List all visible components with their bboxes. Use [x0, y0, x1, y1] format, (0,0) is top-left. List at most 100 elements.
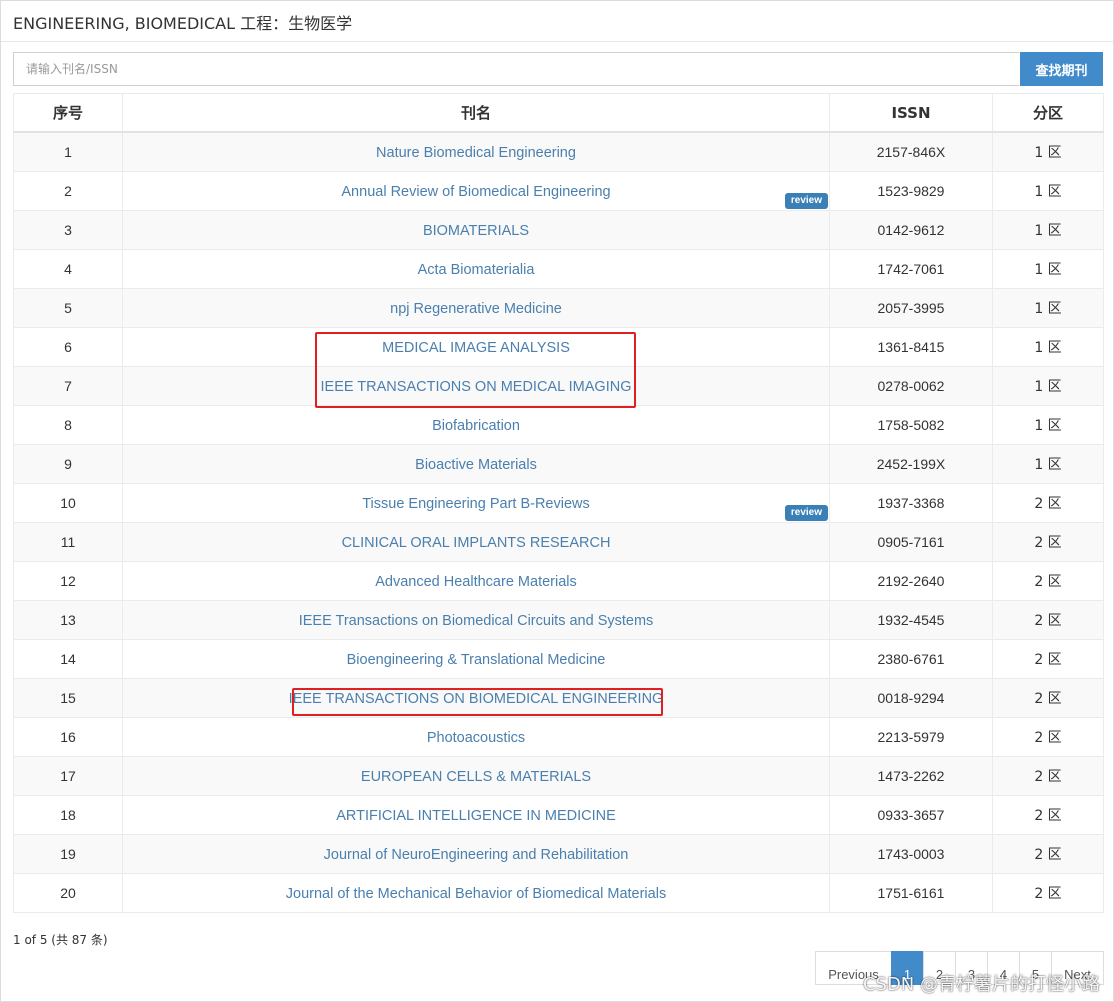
pagination-info: 1 of 5 (共 87 条): [13, 933, 108, 947]
journal-link[interactable]: Biofabrication: [432, 418, 520, 434]
journal-link[interactable]: BIOMATERIALS: [423, 223, 529, 239]
issn-cell: 0142-9612: [829, 210, 993, 250]
journal-name-cell: ARTIFICIAL INTELLIGENCE IN MEDICINE: [122, 795, 830, 835]
issn-cell: 1742-7061: [829, 249, 993, 289]
row-index: 15: [13, 678, 123, 718]
table-row: 18 ARTIFICIAL INTELLIGENCE IN MEDICINE 093…: [13, 795, 1104, 835]
search-button[interactable]: 查找期刊: [1020, 52, 1103, 86]
table-body: 1 Nature Biomedical Engineering 2157-846X 1…: [13, 131, 1104, 913]
table-row: 8 Biofabrication 1758-5082 1 区: [13, 405, 1104, 445]
journal-name-cell: IEEE Transactions on Biomedical Circuits…: [122, 600, 830, 640]
journal-link[interactable]: Advanced Healthcare Materials: [375, 574, 577, 590]
journal-link[interactable]: ARTIFICIAL INTELLIGENCE IN MEDICINE: [336, 808, 616, 824]
pagination-page-3[interactable]: 3: [955, 951, 988, 985]
zone-cell: 2 区: [992, 756, 1104, 796]
journal-name-cell: Bioactive Materials: [122, 444, 830, 484]
journal-link[interactable]: Bioengineering & Translational Medicine: [347, 652, 606, 668]
issn-cell: 0018-9294: [829, 678, 993, 718]
journal-link[interactable]: Acta Biomaterialia: [418, 262, 535, 278]
pagination-page-1[interactable]: 1: [891, 951, 924, 985]
zone-cell: 2 区: [992, 522, 1104, 562]
pagination: Previous 1 2 3 4 5 Next: [815, 951, 1104, 985]
row-index: 16: [13, 717, 123, 757]
table-row: 3 BIOMATERIALS 0142-9612 1 区: [13, 210, 1104, 250]
table-row: 2 Annual Review of Biomedical Engineering…: [13, 171, 1104, 211]
issn-cell: 1751-6161: [829, 873, 993, 913]
row-index: 17: [13, 756, 123, 796]
issn-cell: 2057-3995: [829, 288, 993, 328]
table-row: 17 EUROPEAN CELLS & MATERIALS 1473-2262 2 区: [13, 756, 1104, 796]
journal-name-cell: Annual Review of Biomedical Engineering r…: [122, 171, 830, 211]
journal-name-cell: Bioengineering & Translational Medicine: [122, 639, 830, 679]
issn-cell: 2452-199X: [829, 444, 993, 484]
journal-name-cell: Tissue Engineering Part B-Reviews review: [122, 483, 830, 523]
journal-name-cell: EUROPEAN CELLS & MATERIALS: [122, 756, 830, 796]
zone-cell: 1 区: [992, 249, 1104, 289]
row-index: 19: [13, 834, 123, 874]
journal-name-cell: Acta Biomaterialia: [122, 249, 830, 289]
zone-cell: 1 区: [992, 288, 1104, 328]
column-header-name: 刊名: [122, 93, 830, 133]
journal-link[interactable]: Journal of the Mechanical Behavior of Bi…: [286, 886, 666, 902]
zone-cell: 1 区: [992, 405, 1104, 445]
journal-name-cell: Biofabrication: [122, 405, 830, 445]
zone-cell: 1 区: [992, 366, 1104, 406]
journal-link[interactable]: Journal of NeuroEngineering and Rehabili…: [324, 847, 629, 863]
column-header-issn: ISSN: [829, 93, 993, 133]
journal-name-cell: MEDICAL IMAGE ANALYSIS: [122, 327, 830, 367]
issn-cell: 0278-0062: [829, 366, 993, 406]
issn-cell: 2192-2640: [829, 561, 993, 601]
table-row: 11 CLINICAL ORAL IMPLANTS RESEARCH 0905-71…: [13, 522, 1104, 562]
row-index: 11: [13, 522, 123, 562]
pagination-next-button[interactable]: Next: [1051, 951, 1104, 985]
journal-name-cell: IEEE TRANSACTIONS ON BIOMEDICAL ENGINEER…: [122, 678, 830, 718]
journal-link[interactable]: EUROPEAN CELLS & MATERIALS: [361, 769, 591, 785]
issn-cell: 2213-5979: [829, 717, 993, 757]
table-row: 19 Journal of NeuroEngineering and Rehabi…: [13, 834, 1104, 874]
row-index: 10: [13, 483, 123, 523]
pagination-previous-button[interactable]: Previous: [815, 951, 892, 985]
table-row: 5 npj Regenerative Medicine 2057-3995 1 区: [13, 288, 1104, 328]
pagination-page-5[interactable]: 5: [1019, 951, 1052, 985]
journal-link[interactable]: npj Regenerative Medicine: [390, 301, 562, 317]
journal-name-cell: Nature Biomedical Engineering: [122, 131, 830, 172]
row-index: 20: [13, 873, 123, 913]
row-index: 2: [13, 171, 123, 211]
zone-cell: 1 区: [992, 327, 1104, 367]
journal-link[interactable]: Bioactive Materials: [415, 457, 537, 473]
zone-cell: 2 区: [992, 600, 1104, 640]
journal-link[interactable]: MEDICAL IMAGE ANALYSIS: [382, 340, 570, 356]
pagination-page-4[interactable]: 4: [987, 951, 1020, 985]
row-index: 6: [13, 327, 123, 367]
journal-link[interactable]: IEEE TRANSACTIONS ON BIOMEDICAL ENGINEER…: [289, 691, 664, 707]
issn-cell: 1473-2262: [829, 756, 993, 796]
pagination-page-2[interactable]: 2: [923, 951, 956, 985]
table-row: 6 MEDICAL IMAGE ANALYSIS 1361-8415 1 区: [13, 327, 1104, 367]
journal-link[interactable]: CLINICAL ORAL IMPLANTS RESEARCH: [342, 535, 611, 551]
journal-name-cell: CLINICAL ORAL IMPLANTS RESEARCH: [122, 522, 830, 562]
row-index: 13: [13, 600, 123, 640]
journal-panel: ENGINEERING, BIOMEDICAL 工程：生物医学 查找期刊 序号 …: [0, 0, 1114, 1002]
journal-link[interactable]: Tissue Engineering Part B-Reviews: [362, 496, 590, 512]
journal-name-cell: Advanced Healthcare Materials: [122, 561, 830, 601]
journal-link[interactable]: Annual Review of Biomedical Engineering: [341, 184, 610, 200]
table-row: 12 Advanced Healthcare Materials 2192-2640…: [13, 561, 1104, 601]
table-row: 4 Acta Biomaterialia 1742-7061 1 区: [13, 249, 1104, 289]
zone-cell: 1 区: [992, 171, 1104, 211]
search-input[interactable]: [13, 52, 1019, 86]
zone-cell: 2 区: [992, 483, 1104, 523]
zone-cell: 2 区: [992, 717, 1104, 757]
row-index: 12: [13, 561, 123, 601]
zone-cell: 2 区: [992, 873, 1104, 913]
journal-link[interactable]: Photoacoustics: [427, 730, 525, 746]
zone-cell: 1 区: [992, 210, 1104, 250]
journal-link[interactable]: IEEE Transactions on Biomedical Circuits…: [299, 613, 654, 629]
journal-link[interactable]: IEEE TRANSACTIONS ON MEDICAL IMAGING: [321, 379, 632, 395]
zone-cell: 2 区: [992, 561, 1104, 601]
zone-cell: 2 区: [992, 639, 1104, 679]
review-badge: review: [784, 505, 828, 521]
panel-heading: ENGINEERING, BIOMEDICAL 工程：生物医学: [1, 1, 1113, 42]
page-title: ENGINEERING, BIOMEDICAL 工程：生物医学: [13, 14, 353, 33]
journal-table: 序号 刊名 ISSN 分区 1 Nature Biomedical Enginee…: [13, 93, 1104, 913]
journal-link[interactable]: Nature Biomedical Engineering: [376, 145, 576, 161]
